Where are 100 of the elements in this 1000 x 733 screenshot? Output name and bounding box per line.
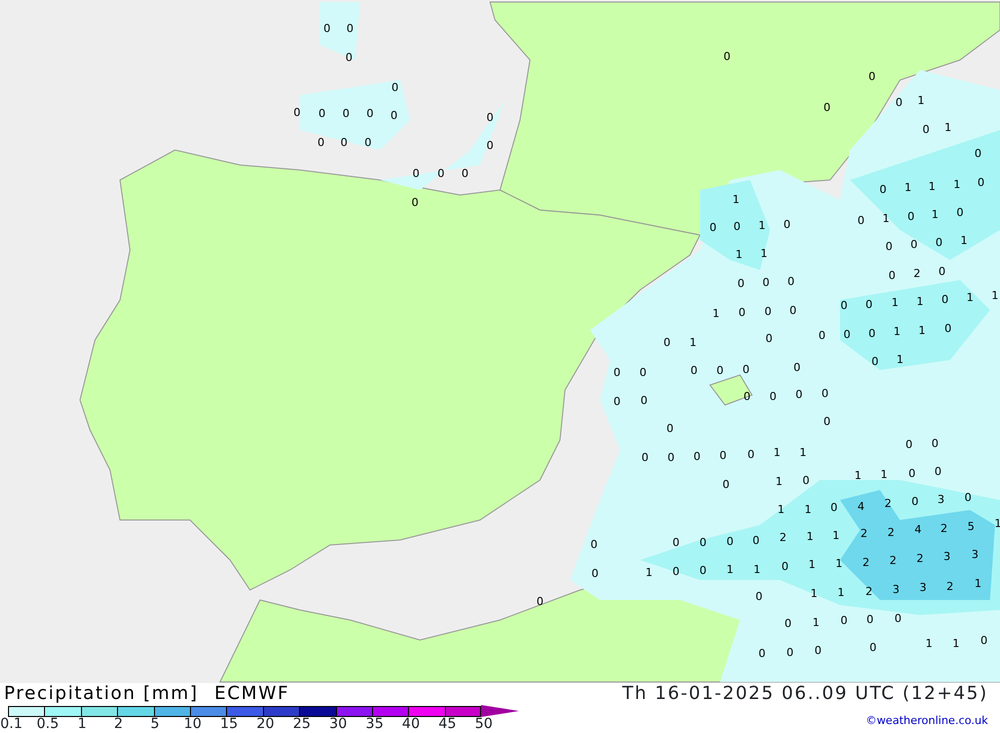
- precipitation-value: 0: [340, 136, 348, 149]
- precipitation-value: 0: [758, 647, 766, 660]
- legend-title: Precipitation [mm]: [4, 683, 198, 705]
- precipitation-value: 1: [960, 234, 968, 247]
- credit-link[interactable]: ©weatheronline.co.uk: [866, 713, 988, 730]
- precipitation-value: 0: [726, 535, 734, 548]
- precipitation-value: 0: [870, 641, 876, 654]
- precipitation-value: 5: [968, 520, 974, 533]
- precipitation-value: 0: [938, 265, 946, 278]
- precipitation-value: 1: [812, 616, 820, 629]
- precipitation-value: 0: [888, 269, 896, 282]
- precipitation-value: 1: [736, 248, 742, 261]
- precipitation-value: 1: [712, 307, 720, 320]
- precipitation-value: 2: [940, 522, 948, 535]
- precipitation-value: 0: [868, 70, 876, 83]
- precipitation-value: 0: [766, 332, 772, 345]
- precipitation-value: 0: [840, 614, 848, 627]
- precipitation-value: 2: [890, 554, 896, 567]
- precipitation-value: 0: [364, 136, 372, 149]
- precipitation-value: 1: [992, 289, 998, 302]
- precipitation-value: 0: [318, 136, 324, 149]
- precipitation-value: 0: [974, 147, 982, 160]
- precipitation-value: 1: [944, 121, 952, 134]
- legend-label: 50: [474, 717, 493, 732]
- precipitation-value: 0: [700, 536, 706, 549]
- precipitation-value: 1: [758, 219, 766, 232]
- precipitation-value: 0: [872, 355, 878, 368]
- precipitation-value: 0: [722, 478, 730, 491]
- precipitation-value: 0: [672, 536, 680, 549]
- precipitation-value: 1: [800, 446, 806, 459]
- precipitation-value: 0: [690, 364, 698, 377]
- precipitation-value: 2: [946, 580, 954, 593]
- precipitation-value: 0: [964, 491, 972, 504]
- precipitation-value: 1: [974, 577, 982, 590]
- precipitation-value: 0: [366, 107, 374, 120]
- legend-label: 0.1: [0, 717, 22, 732]
- precipitation-value: 1: [896, 353, 904, 366]
- precipitation-value: 1: [928, 180, 936, 193]
- precipitation-value: 0: [784, 617, 792, 630]
- precipitation-value: 1: [926, 637, 932, 650]
- precipitation-value: 0: [794, 361, 800, 374]
- precipitation-value: 1: [806, 530, 814, 543]
- legend-label: 30: [329, 717, 348, 732]
- precipitation-value: 1: [904, 181, 912, 194]
- legend-label: 0.5: [36, 717, 59, 732]
- precipitation-value: 0: [742, 363, 750, 376]
- precipitation-value: 0: [866, 613, 874, 626]
- precipitation-value: 0: [866, 298, 872, 311]
- precipitation-value: 1: [838, 586, 844, 599]
- legend-label: 35: [366, 717, 384, 732]
- precipitation-value: 0: [324, 22, 330, 35]
- precipitation-value: 0: [720, 449, 726, 462]
- precipitation-value: 0: [744, 390, 750, 403]
- precipitation-value: 0: [412, 196, 418, 209]
- precipitation-value: 0: [640, 394, 648, 407]
- precipitation-value: 0: [614, 395, 620, 408]
- precipitation-value: 0: [942, 293, 948, 306]
- legend-label: 20: [256, 717, 274, 732]
- legend-label: 1: [78, 717, 87, 732]
- precipitation-value: 0: [868, 327, 876, 340]
- precipitation-value: 0: [486, 111, 494, 124]
- precipitation-value: 0: [536, 595, 544, 608]
- precipitation-value: 0: [346, 22, 354, 35]
- precipitation-value: 1: [774, 446, 780, 459]
- precipitation-value: 0: [922, 123, 930, 136]
- precipitation-value: 0: [770, 390, 776, 403]
- precipitation-value: 0: [784, 218, 790, 231]
- precipitation-value: 2: [862, 556, 870, 569]
- precipitation-value: 1: [832, 529, 840, 542]
- precipitation-value: 1: [954, 178, 960, 191]
- precipitation-value: 2: [888, 526, 894, 539]
- legend-label: 15: [220, 717, 238, 732]
- precipitation-value: 3: [944, 550, 950, 563]
- precipitation-value: 0: [716, 364, 724, 377]
- precipitation-value: 0: [840, 299, 848, 312]
- precipitation-value: 1: [778, 503, 784, 516]
- precipitation-value: 2: [866, 585, 872, 598]
- precipitation-value: 0: [664, 336, 670, 349]
- precipitation-value: 0: [824, 101, 830, 114]
- precipitation-value: 0: [956, 206, 964, 219]
- legend-label: 40: [402, 717, 420, 732]
- precipitation-value: 1: [732, 193, 740, 206]
- precipitation-value: 1: [918, 94, 924, 107]
- precipitation-value: 1: [854, 469, 862, 482]
- model-name: ECMWF: [214, 683, 290, 705]
- precipitation-value: 0: [762, 276, 770, 289]
- precipitation-value: 0: [782, 560, 788, 573]
- precipitation-value: 1: [776, 475, 782, 488]
- precipitation-value: 0: [724, 50, 730, 63]
- precipitation-value: 0: [642, 451, 648, 464]
- precipitation-value: 0: [294, 106, 300, 119]
- precipitation-value: 1: [690, 336, 696, 349]
- precipitation-value: 0: [738, 306, 746, 319]
- precipitation-value: 1: [882, 212, 890, 225]
- precipitation-value: 0: [738, 277, 744, 290]
- legend-label: 2: [114, 717, 123, 732]
- precipitation-value: 1: [760, 247, 768, 260]
- precipitation-value: 0: [980, 634, 988, 647]
- precipitation-value: 0: [978, 176, 984, 189]
- precipitation-value: 1: [804, 503, 812, 516]
